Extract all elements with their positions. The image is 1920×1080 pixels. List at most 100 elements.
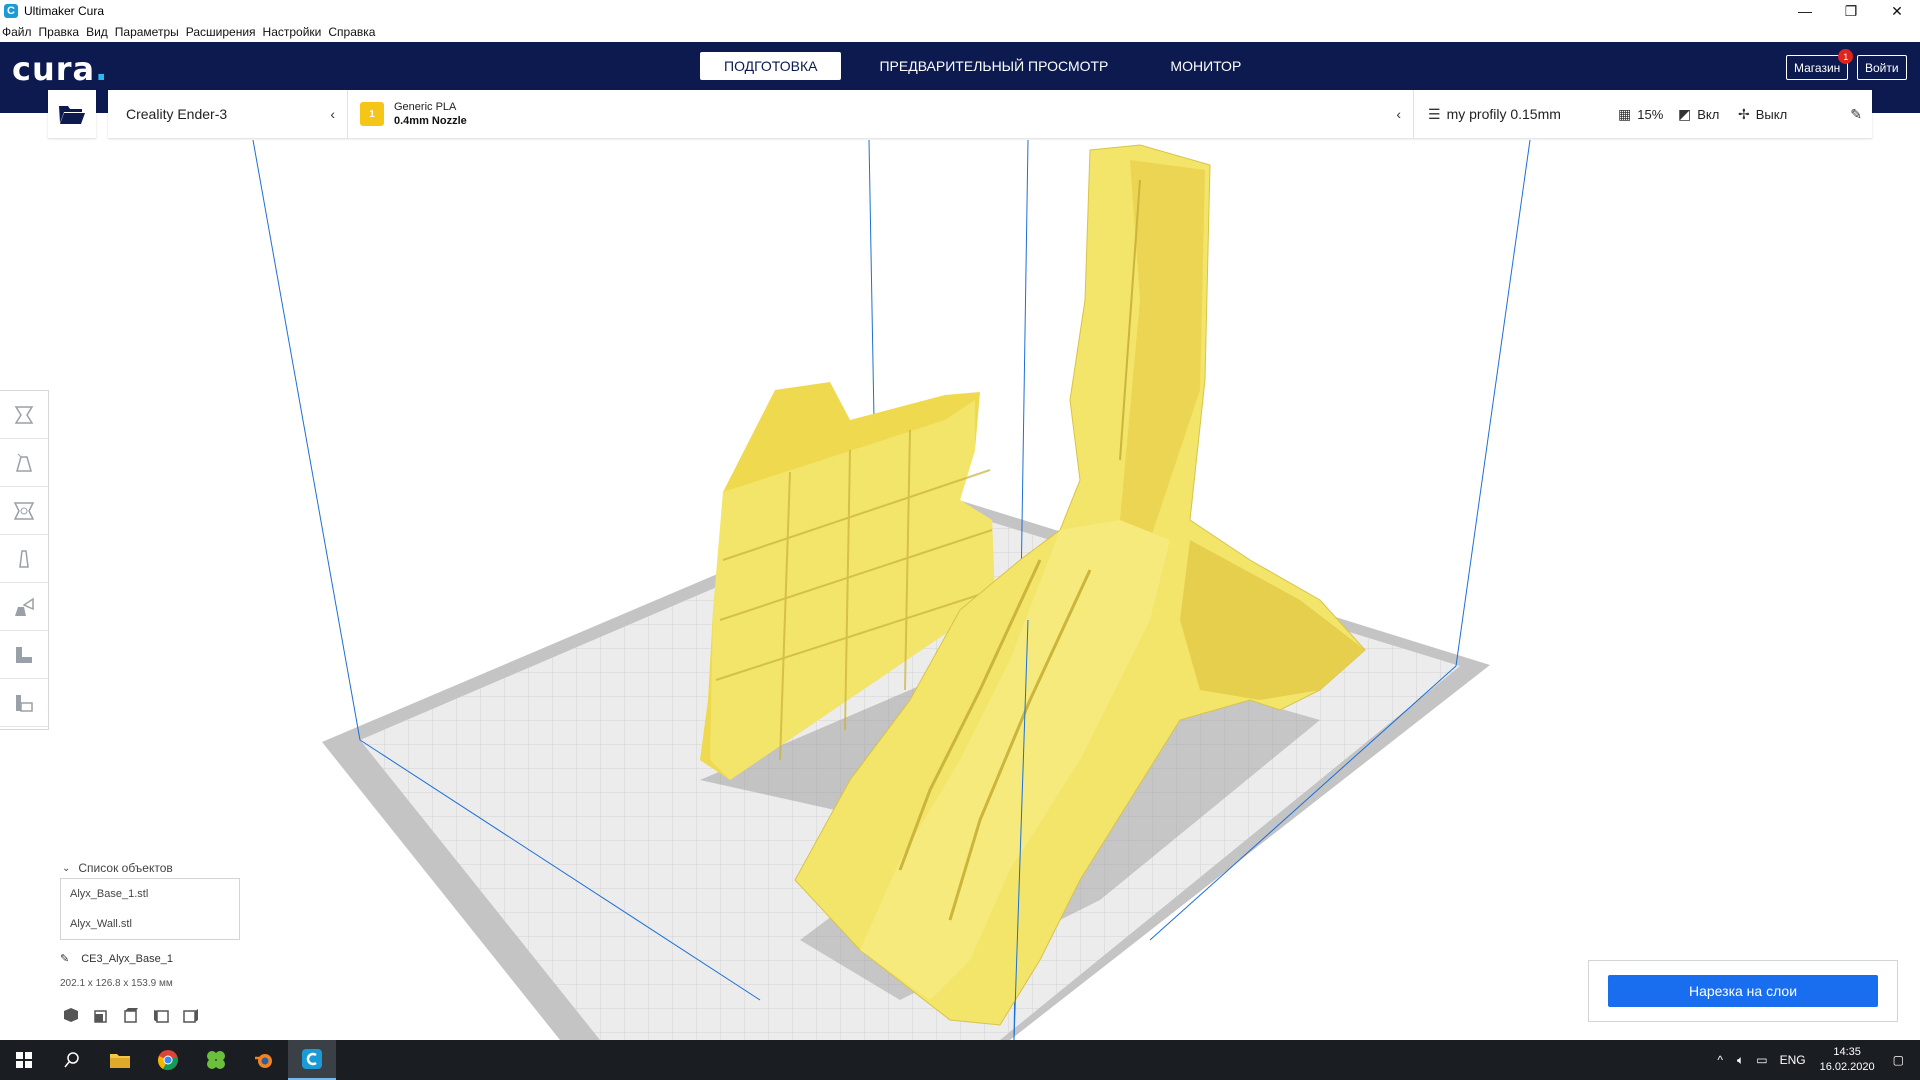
printer-selector[interactable]: Creality Ender-3 ‹ [108, 90, 348, 138]
start-button[interactable] [0, 1040, 48, 1080]
menu-parameters[interactable]: Параметры [115, 25, 179, 39]
infill-value: 15% [1637, 106, 1664, 122]
layer-tool[interactable] [0, 679, 48, 727]
minimize-button[interactable]: — [1782, 0, 1828, 22]
marketplace-button[interactable]: Магазин 1 [1786, 49, 1854, 80]
sign-in-button[interactable]: Войти [1857, 55, 1907, 80]
mirror-icon [19, 549, 29, 568]
printer-name: Creality Ender-3 [126, 106, 228, 122]
material-selector[interactable]: 1 Generic PLA 0.4mm Nozzle ‹ [348, 90, 1414, 138]
build-plate-viewport[interactable] [0, 113, 1920, 1041]
chrome-icon [158, 1050, 178, 1071]
close-button[interactable]: ✕ [1874, 0, 1920, 22]
per-model-settings-icon [15, 597, 34, 616]
object-list-item[interactable]: Alyx_Wall.stl [61, 909, 239, 939]
camera-view-buttons [62, 1006, 200, 1024]
support-blocker-tool[interactable] [0, 631, 48, 679]
menu-file[interactable]: Файл [2, 25, 32, 39]
left-toolbar [0, 390, 49, 730]
chevron-down-icon: ⌄ [62, 862, 71, 874]
scale-icon [16, 453, 32, 472]
profile-icon: ☰ [1428, 105, 1441, 122]
clock[interactable]: 14:35 16.02.2020 [1820, 1045, 1875, 1075]
viewport-scene [252, 139, 1531, 1041]
view-top-icon[interactable] [122, 1006, 140, 1024]
menu-preferences[interactable]: Настройки [263, 25, 322, 39]
infill-icon: ▦ [1618, 105, 1632, 122]
object-list-item[interactable]: Alyx_Base_1.stl [61, 879, 239, 909]
view-right-icon[interactable] [182, 1006, 200, 1024]
print-settings-selector[interactable]: ☰ my profily 0.15mm ▦ 15% ◩ Вкл ✢ Выкл ✎ [1414, 90, 1872, 138]
tab-monitor[interactable]: МОНИТОР [1146, 52, 1265, 80]
clock-time: 14:35 [1833, 1046, 1861, 1058]
build-volume-edge [1455, 139, 1531, 667]
tab-prepare[interactable]: ПОДГОТОВКА [700, 52, 842, 80]
print-setup-bar: Creality Ender-3 ‹ 1 Generic PLA 0.4mm N… [108, 90, 1872, 138]
clover-icon [207, 1051, 225, 1069]
cura-icon [302, 1049, 322, 1069]
clock-date: 16.02.2020 [1819, 1061, 1875, 1073]
mirror-tool[interactable] [0, 535, 48, 583]
chevron-up-icon[interactable]: ^ [1717, 1053, 1723, 1067]
taskbar-clover-app[interactable] [192, 1040, 240, 1080]
rotate-tool[interactable] [0, 487, 48, 535]
move-icon [14, 405, 34, 424]
network-icon[interactable]: ▭ [1756, 1053, 1767, 1067]
build-volume-edge [252, 139, 361, 741]
chevron-left-icon: ‹ [1396, 106, 1401, 122]
cura-logo: cura. [12, 50, 109, 88]
view-front-icon[interactable] [92, 1006, 110, 1024]
pencil-icon: ✎ [60, 953, 70, 965]
material-name: Generic PLA [394, 101, 457, 113]
taskbar-blender[interactable] [240, 1040, 288, 1080]
system-tray: ^ 🔈︎ ▭ ENG 14:35 16.02.2020 ▢ [1717, 1040, 1920, 1080]
folder-open-icon [59, 106, 85, 124]
open-file-button[interactable] [48, 90, 96, 138]
build-volume-edge [868, 139, 875, 421]
restore-button[interactable]: ❐ [1828, 0, 1874, 22]
menu-view[interactable]: Вид [86, 25, 108, 39]
menu-bar: Файл Правка Вид Параметры Расширения Нас… [0, 22, 1920, 42]
notifications-icon[interactable]: ▢ [1893, 1053, 1904, 1067]
support-icon: ◩ [1678, 105, 1692, 122]
notification-badge: 1 [1838, 49, 1854, 64]
chevron-left-icon: ‹ [330, 106, 335, 122]
windows-logo-icon [16, 1052, 32, 1068]
view-left-icon[interactable] [152, 1006, 170, 1024]
object-list-toggle[interactable]: ⌄ Список объектов [62, 861, 173, 875]
taskbar-chrome[interactable] [144, 1040, 192, 1080]
layer-tool-icon [16, 694, 33, 712]
job-name-label: CE3_Alyx_Base_1 [81, 952, 173, 965]
support-blocker-icon [16, 646, 32, 663]
rotate-icon [13, 501, 35, 520]
blender-icon [255, 1054, 272, 1068]
scale-tool[interactable] [0, 439, 48, 487]
support-value: Вкл [1697, 106, 1720, 122]
taskbar-cura[interactable] [288, 1040, 336, 1080]
taskbar-file-explorer[interactable] [96, 1040, 144, 1080]
folder-icon [110, 1054, 130, 1068]
adhesion-icon: ✢ [1738, 105, 1750, 122]
menu-help[interactable]: Справка [328, 25, 375, 39]
cura-app-icon: C [4, 4, 18, 18]
nozzle-size: 0.4mm Nozzle [394, 115, 467, 127]
job-name[interactable]: ✎ CE3_Alyx_Base_1 [60, 952, 173, 966]
per-model-settings-tool[interactable] [0, 583, 48, 631]
window-titlebar: C Ultimaker Cura — ❐ ✕ [0, 0, 1920, 22]
extruder-icon: 1 [360, 102, 384, 126]
volume-icon[interactable]: 🔈︎ [1737, 1053, 1744, 1068]
search-button[interactable] [48, 1040, 96, 1080]
menu-extensions[interactable]: Расширения [186, 25, 256, 39]
tab-preview[interactable]: ПРЕДВАРИТЕЛЬНЫЙ ПРОСМОТР [855, 52, 1132, 80]
move-tool[interactable] [0, 391, 48, 439]
profile-name: my profily 0.15mm [1446, 106, 1561, 122]
object-list-title: Список объектов [78, 861, 173, 875]
view-3d-icon[interactable] [62, 1006, 80, 1024]
pencil-icon[interactable]: ✎ [1850, 106, 1862, 123]
slice-button[interactable]: Нарезка на слои [1608, 975, 1878, 1007]
window-title: Ultimaker Cura [24, 4, 105, 18]
menu-edit[interactable]: Правка [39, 25, 80, 39]
action-panel: Нарезка на слои [1588, 960, 1898, 1022]
search-icon [64, 1052, 79, 1068]
language-indicator[interactable]: ENG [1780, 1053, 1806, 1067]
